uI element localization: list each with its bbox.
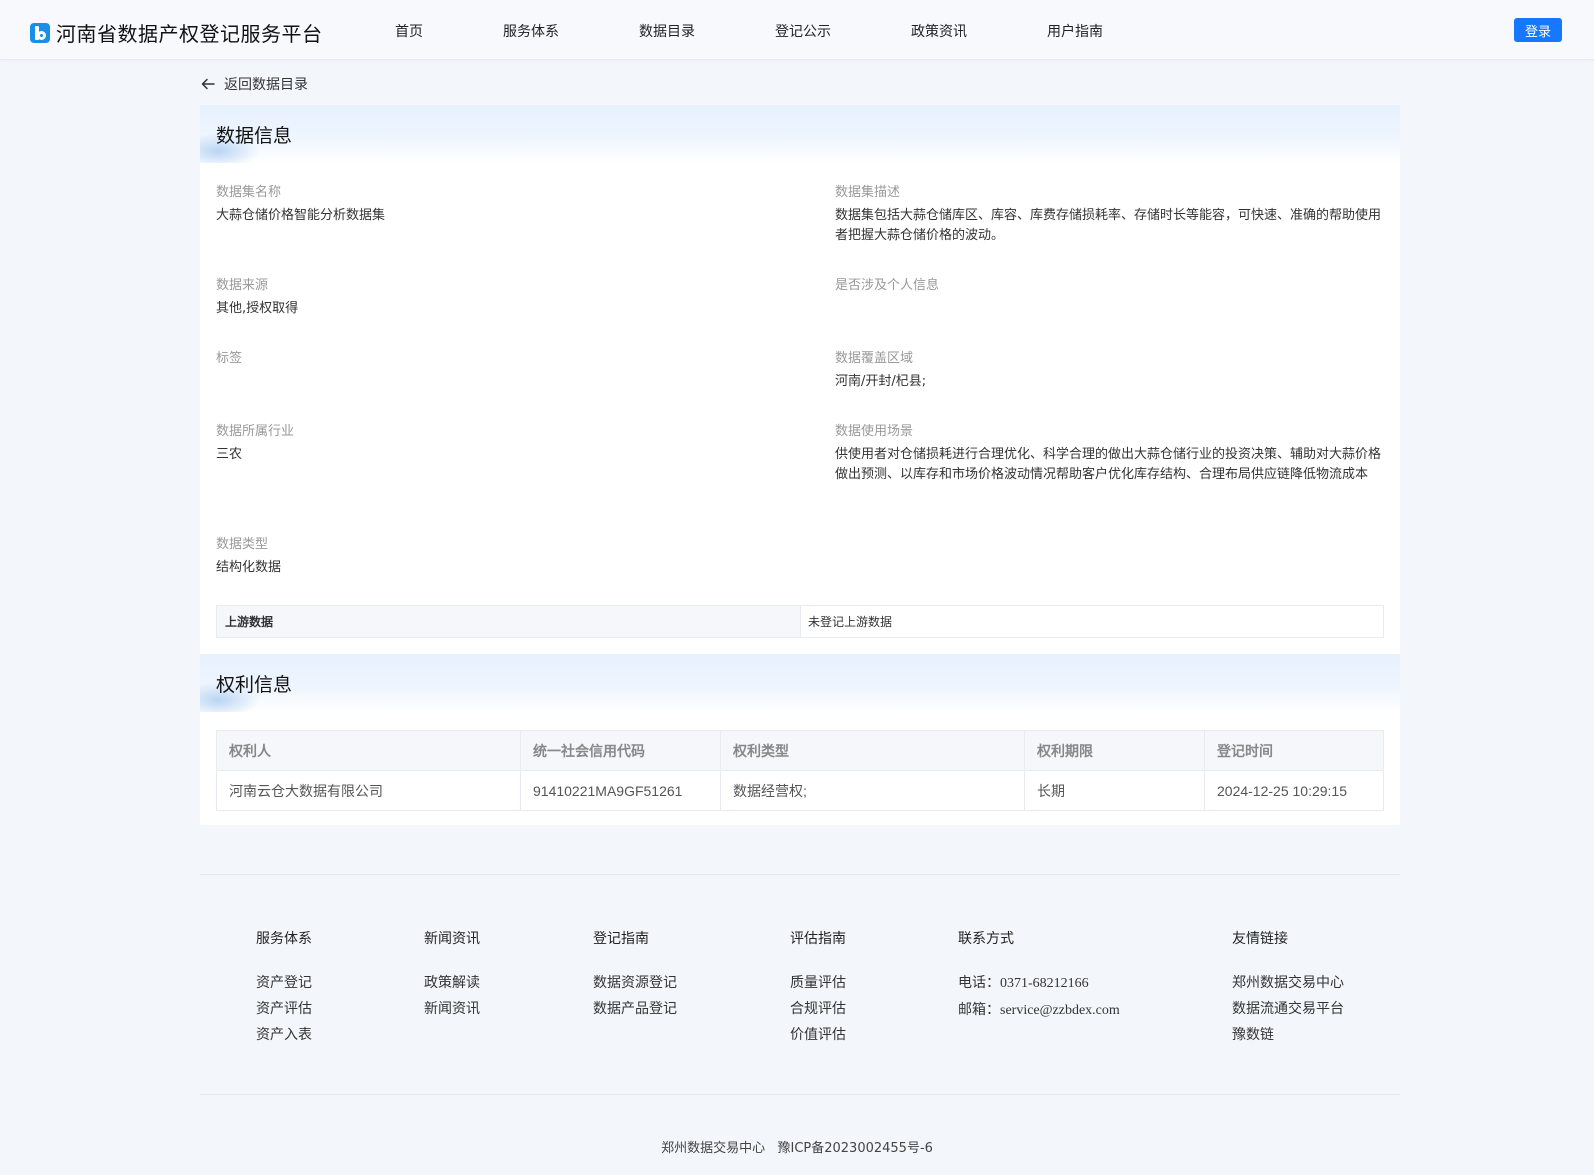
rights-table: 权利人 统一社会信用代码 权利类型 权利期限 登记时间 河南云仓大数据有限公司 … [216,730,1384,811]
scenario-label: 数据使用场景 [835,424,914,439]
register-time-cell: 2024-12-25 10:29:15 [1204,770,1384,811]
footer-link-product-registration[interactable]: 数据产品登记 [593,996,677,1022]
copyright-bar: 郑州数据交易中心 豫ICP备2023002455号-6 [0,1137,1594,1156]
footer-col-title: 友情链接 [1232,931,1288,947]
source-label: 数据来源 [216,278,269,293]
email-label: 邮箱： [958,1002,1000,1018]
back-label: 返回数据目录 [224,77,308,93]
footer-link-quality-evaluation[interactable]: 质量评估 [790,970,846,996]
footer-divider-top [200,874,1400,875]
footer-col-friend-links: 友情链接 郑州数据交易中心 数据流通交易平台 豫数链 [1232,928,1344,1048]
top-header: 河南省数据产权登记服务平台 首页 服务体系 数据目录 登记公示 政策资讯 用户指… [0,0,1594,60]
description-label: 数据集描述 [835,185,901,200]
phone-label: 电话： [958,975,1000,991]
type-value: 结构化数据 [216,560,282,575]
footer-link-asset-accounting[interactable]: 资产入表 [256,1022,312,1048]
nav-user-guide[interactable]: 用户指南 [1047,21,1103,41]
source-value: 其他,授权取得 [216,301,299,316]
site-title: 河南省数据产权登记服务平台 [56,22,323,46]
nav-registration-notice[interactable]: 登记公示 [775,21,831,41]
holder-cell: 河南云仓大数据有限公司 [216,770,521,811]
footer-link-resource-registration[interactable]: 数据资源登记 [593,970,677,996]
col-credit-code: 统一社会信用代码 [520,730,721,771]
upstream-value: 未登记上游数据 [808,615,893,629]
nav-home[interactable]: 首页 [395,21,423,41]
footer-link-compliance-evaluation[interactable]: 合规评估 [790,996,846,1022]
industry-value: 三农 [216,447,243,462]
right-type-cell: 数据经营权; [720,770,1025,811]
footer-col-services: 服务体系 资产登记 资产评估 资产入表 [256,928,312,1048]
arrow-left-icon [201,78,215,90]
footer-col-registration-guide: 登记指南 数据资源登记 数据产品登记 [593,928,677,1022]
region-label: 数据覆盖区域 [835,351,914,366]
site-logo[interactable]: 河南省数据产权登记服务平台 [30,18,323,47]
icp-number[interactable]: 豫ICP备2023002455号-6 [777,1141,932,1156]
col-term: 权利期限 [1024,730,1205,771]
footer-link-asset-evaluation[interactable]: 资产评估 [256,996,312,1022]
footer-email: 邮箱：service@zzbdex.com [958,997,1120,1024]
credit-code-cell: 91410221MA9GF51261 [520,770,721,811]
main-nav: 首页 服务体系 数据目录 登记公示 政策资讯 用户指南 [395,21,1103,41]
footer-link-zhengzhou-data-exchange[interactable]: 郑州数据交易中心 [1232,970,1344,996]
footer-col-news: 新闻资讯 政策解读 新闻资讯 [424,928,480,1022]
footer-col-title: 服务体系 [256,931,312,947]
table-row: 河南云仓大数据有限公司 91410221MA9GF51261 数据经营权; 长期… [216,770,1384,811]
industry-label: 数据所属行业 [216,424,295,439]
data-info-header: 数据信息 [200,105,1400,163]
rights-info-header: 权利信息 [200,654,1400,712]
footer-link-data-trading-platform[interactable]: 数据流通交易平台 [1232,996,1344,1022]
table-header-row: 权利人 统一社会信用代码 权利类型 权利期限 登记时间 [216,730,1384,771]
nav-policy-news[interactable]: 政策资讯 [911,21,967,41]
copyright-org: 郑州数据交易中心 [661,1141,766,1156]
footer-divider-bottom [200,1094,1400,1095]
region-value: 河南/开封/杞县; [835,374,927,389]
phone-value: 0371-68212166 [1000,976,1089,991]
personal-info-label: 是否涉及个人信息 [835,278,940,293]
type-label: 数据类型 [216,537,269,552]
scenario-value: 供使用者对仓储损耗进行合理优化、科学合理的做出大蒜仓储行业的投资决策、辅助对大蒜… [835,447,1382,482]
back-to-catalog-link[interactable]: 返回数据目录 [200,74,308,94]
col-right-type: 权利类型 [720,730,1025,771]
name-label: 数据集名称 [216,185,282,200]
name-value: 大蒜仓储价格智能分析数据集 [216,208,386,223]
footer-phone: 电话：0371-68212166 [958,970,1120,997]
description-value: 数据集包括大蒜仓储库区、库容、库费存储损耗率、存储时长等能容，可快速、准确的帮助… [835,208,1382,243]
footer-link-asset-registration[interactable]: 资产登记 [256,970,312,996]
detail-card: 数据信息 数据集名称 大蒜仓储价格智能分析数据集 数据集描述 数据集包括大蒜仓储… [200,105,1400,825]
footer-col-title: 评估指南 [790,931,846,947]
footer-link-yushulian[interactable]: 豫数链 [1232,1022,1344,1048]
footer-col-title: 新闻资讯 [424,931,480,947]
login-button[interactable]: 登录 [1514,18,1562,42]
nav-data-catalog[interactable]: 数据目录 [639,21,695,41]
footer-col-title: 联系方式 [958,931,1014,947]
footer-col-contact: 联系方式 电话：0371-68212166 邮箱：service@zzbdex.… [958,928,1120,1024]
data-info-title: 数据信息 [216,125,293,147]
footer-col-evaluation-guide: 评估指南 质量评估 合规评估 价值评估 [790,928,846,1048]
footer-link-policy-interpretation[interactable]: 政策解读 [424,970,480,996]
footer-col-title: 登记指南 [593,931,649,947]
logo-icon [30,22,50,43]
email-value[interactable]: service@zzbdex.com [1000,1003,1120,1018]
footer-link-value-evaluation[interactable]: 价值评估 [790,1022,846,1048]
tags-label: 标签 [216,351,243,366]
col-holder: 权利人 [216,730,521,771]
term-cell: 长期 [1024,770,1205,811]
col-register-time: 登记时间 [1204,730,1384,771]
nav-services[interactable]: 服务体系 [503,21,559,41]
footer-link-news[interactable]: 新闻资讯 [424,996,480,1022]
upstream-data-row: 上游数据 未登记上游数据 [216,605,1384,638]
upstream-label: 上游数据 [217,606,801,637]
rights-info-title: 权利信息 [216,674,293,696]
